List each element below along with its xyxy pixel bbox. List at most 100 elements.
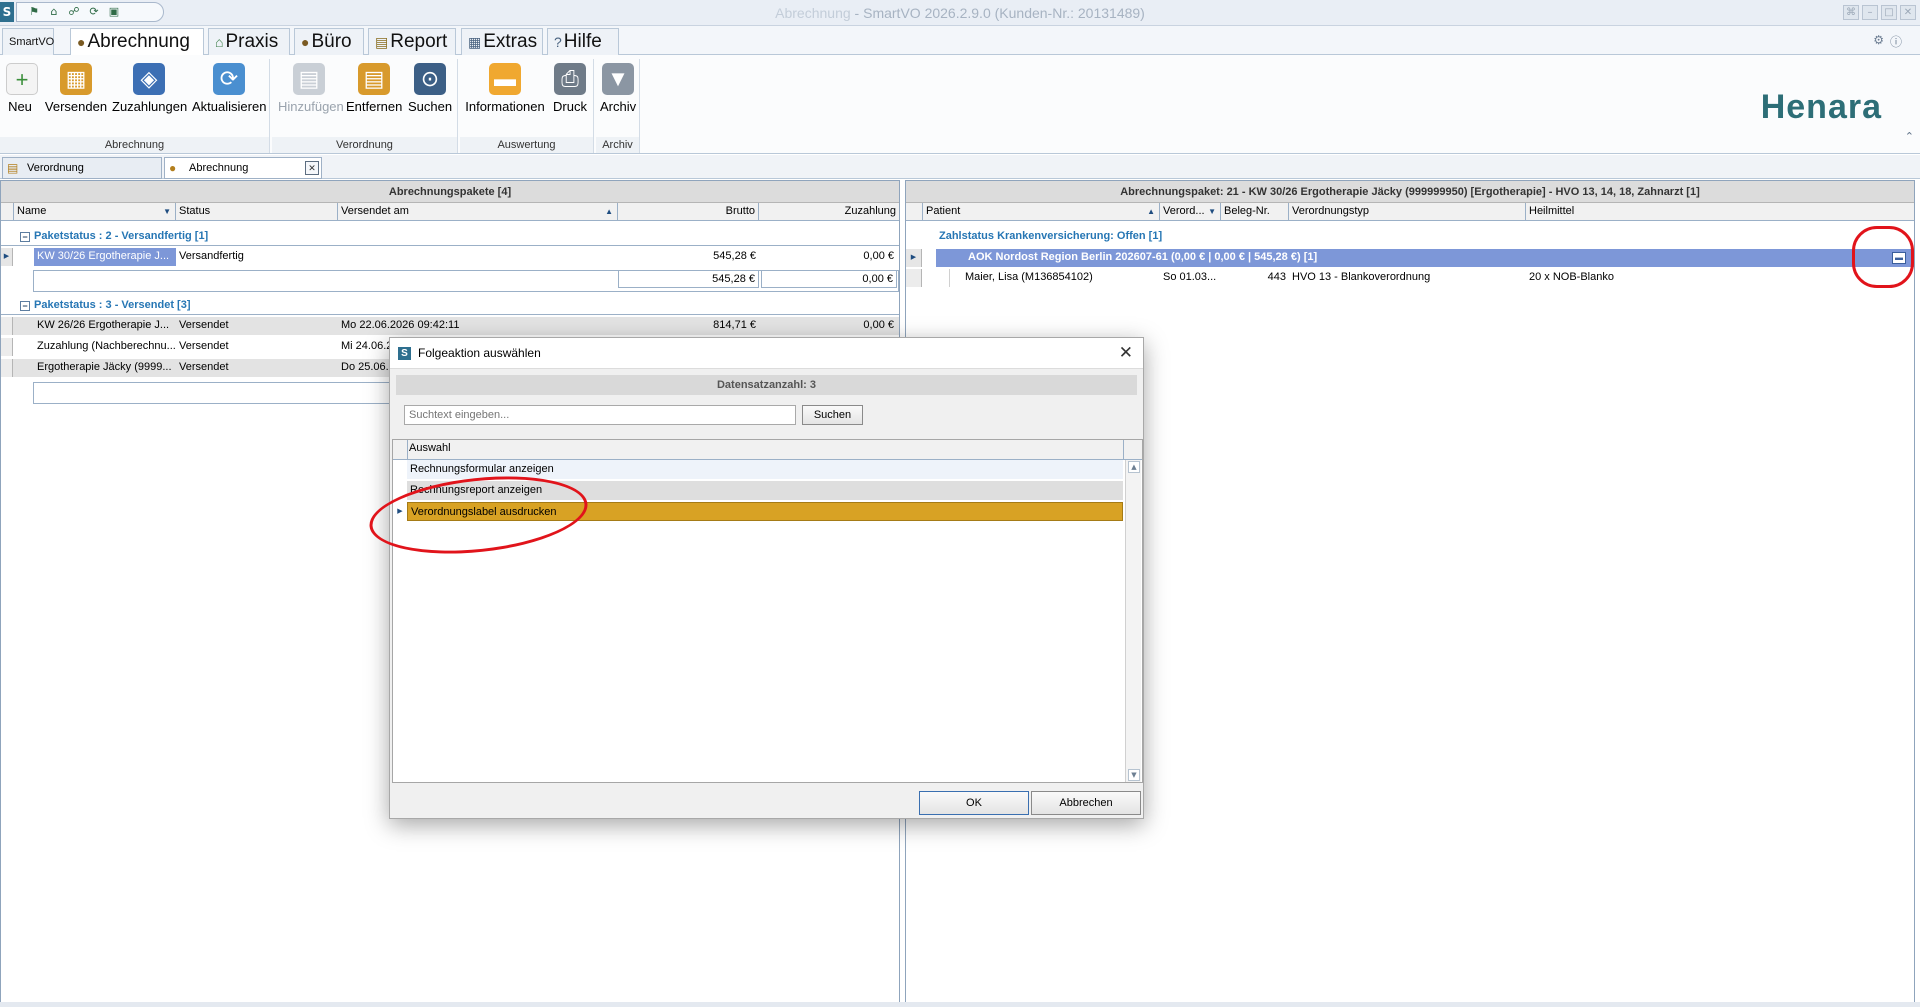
right-panel-title: Abrechnungspaket: 21 - KW 30/26 Ergother… <box>906 181 1914 203</box>
scroll-up-icon[interactable]: ▲ <box>1128 461 1140 473</box>
table-row[interactable]: ▶ KW 30/26 Ergotherapie J... Versandfert… <box>1 248 899 266</box>
tab-buero[interactable]: ● Büro <box>294 28 364 55</box>
tab-extras[interactable]: ▦ Extras <box>461 28 543 55</box>
table-row[interactable]: KW 26/26 Ergotherapie J... Versendet Mo … <box>1 317 899 335</box>
col-brutto[interactable]: Brutto <box>618 203 759 221</box>
col-beleg-nr[interactable]: Beleg-Nr. <box>1221 203 1289 221</box>
left-grid-header: Name ▼ Status Versendet am ▲ Brutto Zuzahl… <box>1 203 899 221</box>
tab-praxis[interactable]: ⌂ Praxis <box>208 28 290 55</box>
entfernen-button[interactable]: ▤ Entfernen <box>346 63 402 114</box>
col-status[interactable]: Status <box>176 203 338 221</box>
info-icon[interactable]: ⓘ <box>1890 33 1902 50</box>
record-count: Datensatzanzahl: 3 <box>396 375 1137 395</box>
col-heilmittel[interactable]: Heilmittel <box>1526 203 1914 221</box>
left-panel-title: Abrechnungspakete [4] <box>1 181 899 203</box>
group-summary-row: 545,28 € 0,00 € <box>1 270 899 292</box>
list-scrollbar[interactable]: ▲ ▼ <box>1125 460 1141 782</box>
col-name[interactable]: Name ▼ <box>14 203 176 221</box>
ribbon-tabs: SmartVO ● Abrechnung ⌂ Praxis ● Büro ▤ Repor… <box>0 26 1920 56</box>
tab-smartvo[interactable]: SmartVO <box>2 28 54 55</box>
tab-hilfe[interactable]: ? Hilfe <box>547 28 619 55</box>
sort-asc-icon: ▲ <box>605 207 613 216</box>
col-versendet-am[interactable]: Versendet am ▲ <box>338 203 618 221</box>
options-icon[interactable]: ⌘ <box>1843 5 1859 20</box>
top-right-icons: ⚙ ⓘ <box>1873 33 1902 50</box>
settings-icon[interactable]: ⚙ <box>1873 33 1884 50</box>
doc-tab-abrechnung[interactable]: ● Abrechnung ✕ <box>164 157 322 179</box>
hinzufuegen-button[interactable]: ▤ Hinzufügen <box>278 63 344 114</box>
filter-icon: ▼ <box>1208 207 1216 216</box>
group-label-abrechnung: Abrechnung <box>0 137 269 153</box>
tools-icon: ▦ <box>468 34 482 50</box>
minimize-button[interactable]: – <box>1862 5 1878 20</box>
suchen-button[interactable]: Suchen <box>802 405 863 425</box>
col-verordnungstyp[interactable]: Verordnungstyp <box>1289 203 1526 221</box>
group-row[interactable]: − Paketstatus : 3 - Versendet [3] <box>1 297 899 315</box>
report-icon: ▤ <box>375 34 389 50</box>
collapse-ribbon-icon[interactable]: ⌃ <box>1905 130 1914 143</box>
close-icon[interactable]: ✕ <box>1119 343 1133 363</box>
tag-icon: ◈ <box>133 63 165 95</box>
list-header: Auswahl <box>393 440 1142 460</box>
neu-button[interactable]: + Neu <box>6 63 38 114</box>
group-label-auswertung: Auswertung <box>460 137 593 153</box>
abbrechen-button[interactable]: Abbrechen <box>1031 791 1141 815</box>
clipboard-add-icon: ▤ <box>293 63 325 95</box>
doc-tab-verordnung[interactable]: ▤ Verordnung <box>2 157 162 179</box>
scroll-down-icon[interactable]: ▼ <box>1128 769 1140 781</box>
archiv-button[interactable]: ▼ Archiv <box>600 63 636 114</box>
group-label-verordnung: Verordnung <box>272 137 457 153</box>
table-row[interactable]: Maier, Lisa (M136854102) So 01.03... 443… <box>906 269 1914 287</box>
house-icon: ⌂ <box>215 34 224 50</box>
subgroup-row[interactable]: ▶ AOK Nordost Region Berlin 202607-61 (0… <box>906 249 1914 267</box>
tab-abrechnung[interactable]: ● Abrechnung <box>70 28 204 56</box>
maximize-button[interactable]: □ <box>1881 5 1897 20</box>
window-title-doc: Abrechnung <box>775 5 851 21</box>
search-input[interactable] <box>404 405 796 425</box>
filter-icon: ▼ <box>163 207 171 216</box>
row-indicator-icon: ▶ <box>906 249 922 267</box>
refresh-icon: ⟳ <box>213 63 245 95</box>
app-icon: S <box>398 347 411 360</box>
aktualisieren-button[interactable]: ⟳ Aktualisieren <box>192 63 266 114</box>
coins-icon: ● <box>77 34 86 50</box>
info-note-icon: ▬ <box>489 63 521 95</box>
document-tabs: ▤ Verordnung ● Abrechnung ✕ <box>0 155 1920 179</box>
group-label-archiv: Archiv <box>596 137 639 153</box>
close-tab-icon[interactable]: ✕ <box>305 161 319 175</box>
col-verord[interactable]: Verord... ▼ <box>1160 203 1221 221</box>
status-bar <box>0 1002 1920 1007</box>
close-window-button[interactable]: ✕ <box>1900 5 1916 20</box>
folgeaktion-dialog: S Folgeaktion auswählen ✕ Datensatzanzah… <box>389 337 1144 819</box>
help-icon: ? <box>554 34 562 50</box>
group-row[interactable]: − Paketstatus : 2 - Versandfertig [1] <box>1 228 899 246</box>
funnel-icon: ▼ <box>602 63 634 95</box>
zuzahlungen-button[interactable]: ◈ Zuzahlungen <box>112 63 187 114</box>
coins-icon: ● <box>301 34 310 50</box>
sort-asc-icon: ▲ <box>1147 207 1155 216</box>
collapse-icon[interactable]: − <box>20 301 30 311</box>
druck-button[interactable]: ⎙ Druck <box>552 63 588 114</box>
informationen-button[interactable]: ▬ Informationen <box>464 63 546 114</box>
ribbon-group-auswertung: ▬ Informationen ⎙ Druck Auswertung <box>460 59 594 153</box>
document-icon: ▤ <box>7 161 19 175</box>
right-grid-header: Patient ▲ Verord... ▼ Beleg-Nr. Verordnung… <box>906 203 1914 221</box>
ok-button[interactable]: OK <box>919 791 1029 815</box>
clipboard-remove-icon: ▤ <box>358 63 390 95</box>
versenden-button[interactable]: ▦ Versenden <box>44 63 108 114</box>
ribbon-group-abrechnung: + Neu ▦ Versenden ◈ Zuzahlungen ⟳ Aktualisie… <box>0 59 270 153</box>
ribbon-group-archiv: ▼ Archiv Archiv <box>596 59 640 153</box>
col-zuzahlung[interactable]: Zuzahlung <box>759 203 899 221</box>
tab-report[interactable]: ▤ Report <box>368 28 456 55</box>
window-controls: ⌘ – □ ✕ <box>1843 5 1916 20</box>
suchen-ribbon-button[interactable]: ⊙ Suchen <box>408 63 452 114</box>
package-icon: ▦ <box>60 63 92 95</box>
row-indicator-icon: ▶ <box>1 248 13 266</box>
dialog-titlebar: S Folgeaktion auswählen ✕ <box>390 338 1143 369</box>
henara-logo: Henara <box>1760 88 1882 126</box>
col-patient[interactable]: Patient ▲ <box>923 203 1160 221</box>
group-row[interactable]: Zahlstatus Krankenversicherung: Offen [1… <box>906 228 1914 246</box>
collapse-icon[interactable]: − <box>20 232 30 242</box>
new-document-icon: + <box>6 63 38 95</box>
title-bar: S ⚑ ⌂ ☍ ⟳ ▣ Abrechnung - SmartVO 2026.2.… <box>0 0 1920 26</box>
